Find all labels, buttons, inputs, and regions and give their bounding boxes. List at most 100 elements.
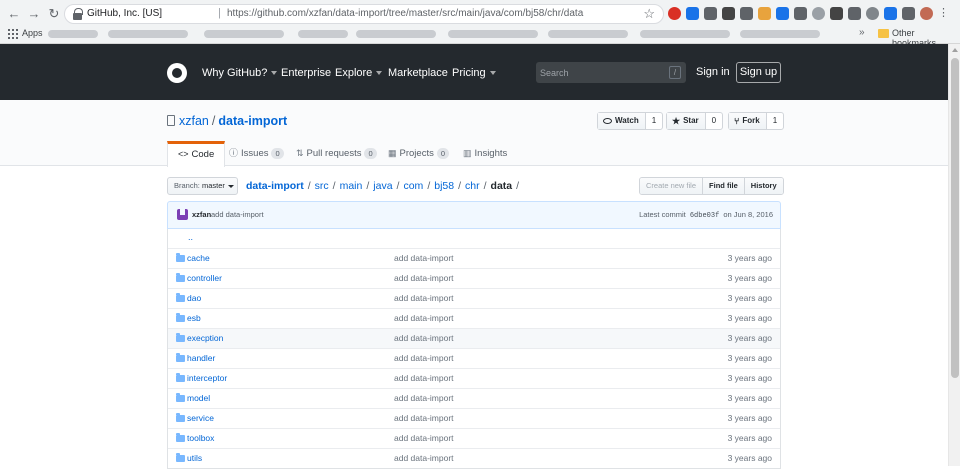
extension-icon[interactable] [848, 7, 861, 20]
breadcrumb-item[interactable]: com [403, 180, 423, 192]
repo-owner-link[interactable]: xzfan [179, 114, 209, 128]
watch-count[interactable]: 1 [646, 113, 662, 129]
file-name-link[interactable]: model [187, 393, 210, 403]
find-file-button[interactable]: Find file [703, 178, 745, 194]
file-name-link[interactable]: controller [187, 273, 222, 283]
bookmark-star-icon[interactable]: ☆ [643, 6, 655, 22]
file-name-link[interactable]: service [187, 413, 214, 423]
apps-icon[interactable] [8, 29, 18, 39]
file-name-link[interactable]: utils [187, 453, 202, 463]
nav-marketplace[interactable]: Marketplace [388, 67, 448, 79]
file-commit-message[interactable]: add data-import [394, 373, 454, 383]
file-name-link[interactable]: handler [187, 353, 215, 363]
file-commit-message[interactable]: add data-import [394, 433, 454, 443]
scrollbar-thumb[interactable] [951, 58, 959, 378]
file-commit-message[interactable]: add data-import [394, 333, 454, 343]
commit-sha[interactable]: 6dbe03f [690, 212, 719, 220]
scroll-up-arrow-icon[interactable] [952, 48, 958, 52]
branch-select-button[interactable]: Branch: master [167, 177, 238, 195]
nav-pricing[interactable]: Pricing [452, 67, 496, 79]
create-new-file-button[interactable]: Create new file [640, 178, 704, 194]
extension-icon[interactable] [812, 7, 825, 20]
extension-icon[interactable] [776, 7, 789, 20]
address-url[interactable]: https://github.com/xzfan/data-import/tre… [227, 8, 583, 19]
file-commit-message[interactable]: add data-import [394, 413, 454, 423]
watch-button[interactable]: Watch [598, 113, 646, 129]
repo-name-link[interactable]: data-import [218, 114, 287, 128]
bookmark-item[interactable] [740, 30, 820, 38]
search-input[interactable] [536, 62, 666, 83]
commit-message[interactable]: add data-import [211, 210, 264, 219]
apps-bookmark[interactable]: Apps [22, 28, 43, 38]
file-commit-message[interactable]: add data-import [394, 453, 454, 463]
address-bar[interactable]: GitHub, Inc. [US] | https://github.com/x… [64, 4, 664, 24]
page-scrollbar[interactable] [948, 44, 960, 466]
bookmark-item[interactable] [204, 30, 284, 38]
breadcrumb-item[interactable]: src [315, 180, 329, 192]
tab-issues[interactable]: ⓘ Issues 0 [229, 141, 284, 167]
mail-icon[interactable] [704, 7, 717, 20]
extension-icon[interactable] [722, 7, 735, 20]
file-name-link[interactable]: toolbox [187, 433, 214, 443]
profile-avatar-icon[interactable] [920, 7, 933, 20]
menu-icon[interactable]: ⋮ [938, 6, 949, 22]
star-button[interactable]: ★ Star [667, 113, 706, 129]
reload-icon[interactable]: ↻ [46, 6, 62, 22]
forward-icon[interactable]: → [26, 6, 42, 22]
extension-icon[interactable] [668, 7, 681, 20]
bookmarks-overflow[interactable]: » [859, 27, 865, 38]
nav-why-github[interactable]: Why GitHub? [202, 67, 278, 79]
file-name-link[interactable]: execption [187, 333, 223, 343]
breadcrumb-item[interactable]: java [373, 180, 392, 192]
back-icon[interactable]: ← [6, 6, 22, 22]
extension-icon[interactable] [830, 7, 843, 20]
fork-count[interactable]: 1 [767, 113, 783, 129]
bookmark-item[interactable] [356, 30, 436, 38]
extension-icon[interactable] [758, 7, 771, 20]
github-logo-icon[interactable] [167, 63, 187, 83]
nav-enterprise[interactable]: Enterprise [281, 67, 331, 79]
extension-icon[interactable] [740, 7, 753, 20]
file-commit-message[interactable]: add data-import [394, 393, 454, 403]
bookmark-item[interactable] [448, 30, 538, 38]
star-count[interactable]: 0 [706, 113, 722, 129]
bookmark-item[interactable] [640, 30, 730, 38]
file-commit-message[interactable]: add data-import [394, 293, 454, 303]
tab-code[interactable]: <> Code [167, 141, 226, 167]
tab-pull-requests[interactable]: ⇅ Pull requests 0 [296, 141, 377, 167]
sign-up-button[interactable]: Sign up [736, 62, 781, 83]
extension-icon[interactable] [884, 7, 897, 20]
breadcrumb-item[interactable]: chr [465, 180, 480, 192]
file-commit-message[interactable]: add data-import [394, 313, 454, 323]
tab-insights[interactable]: ▥ Insights [463, 141, 507, 167]
file-name-link[interactable]: cache [187, 253, 210, 263]
bookmark-item[interactable] [108, 30, 188, 38]
file-name-link[interactable]: interceptor [187, 373, 227, 383]
parent-directory-link[interactable]: .. [188, 232, 193, 242]
file-commit-message[interactable]: add data-import [394, 273, 454, 283]
breadcrumb-root[interactable]: data-import [246, 180, 304, 192]
extension-icon[interactable] [866, 7, 879, 20]
bookmark-item[interactable] [298, 30, 348, 38]
avatar[interactable] [177, 209, 188, 220]
list-item-parent[interactable]: .. [168, 229, 780, 248]
extension-icon[interactable] [902, 7, 915, 20]
bookmark-item[interactable] [548, 30, 628, 38]
file-name-link[interactable]: dao [187, 293, 201, 303]
fork-button[interactable]: ⑂ Fork [729, 113, 767, 129]
search-box[interactable]: / [536, 62, 686, 83]
sign-in-link[interactable]: Sign in [696, 66, 730, 78]
breadcrumb-item[interactable]: main [340, 180, 363, 192]
file-commit-message[interactable]: add data-import [394, 353, 454, 363]
commit-author[interactable]: xzfan [192, 210, 211, 219]
extension-icon[interactable] [686, 7, 699, 20]
file-actions: Create new file Find file History [639, 177, 784, 195]
file-commit-message[interactable]: add data-import [394, 253, 454, 263]
extension-icon[interactable] [794, 7, 807, 20]
file-name-link[interactable]: esb [187, 313, 201, 323]
history-button[interactable]: History [744, 178, 783, 194]
bookmark-item[interactable] [48, 30, 98, 38]
tab-projects[interactable]: ▦ Projects 0 [388, 141, 450, 167]
breadcrumb-item[interactable]: bj58 [434, 180, 454, 192]
nav-explore[interactable]: Explore [335, 67, 383, 79]
